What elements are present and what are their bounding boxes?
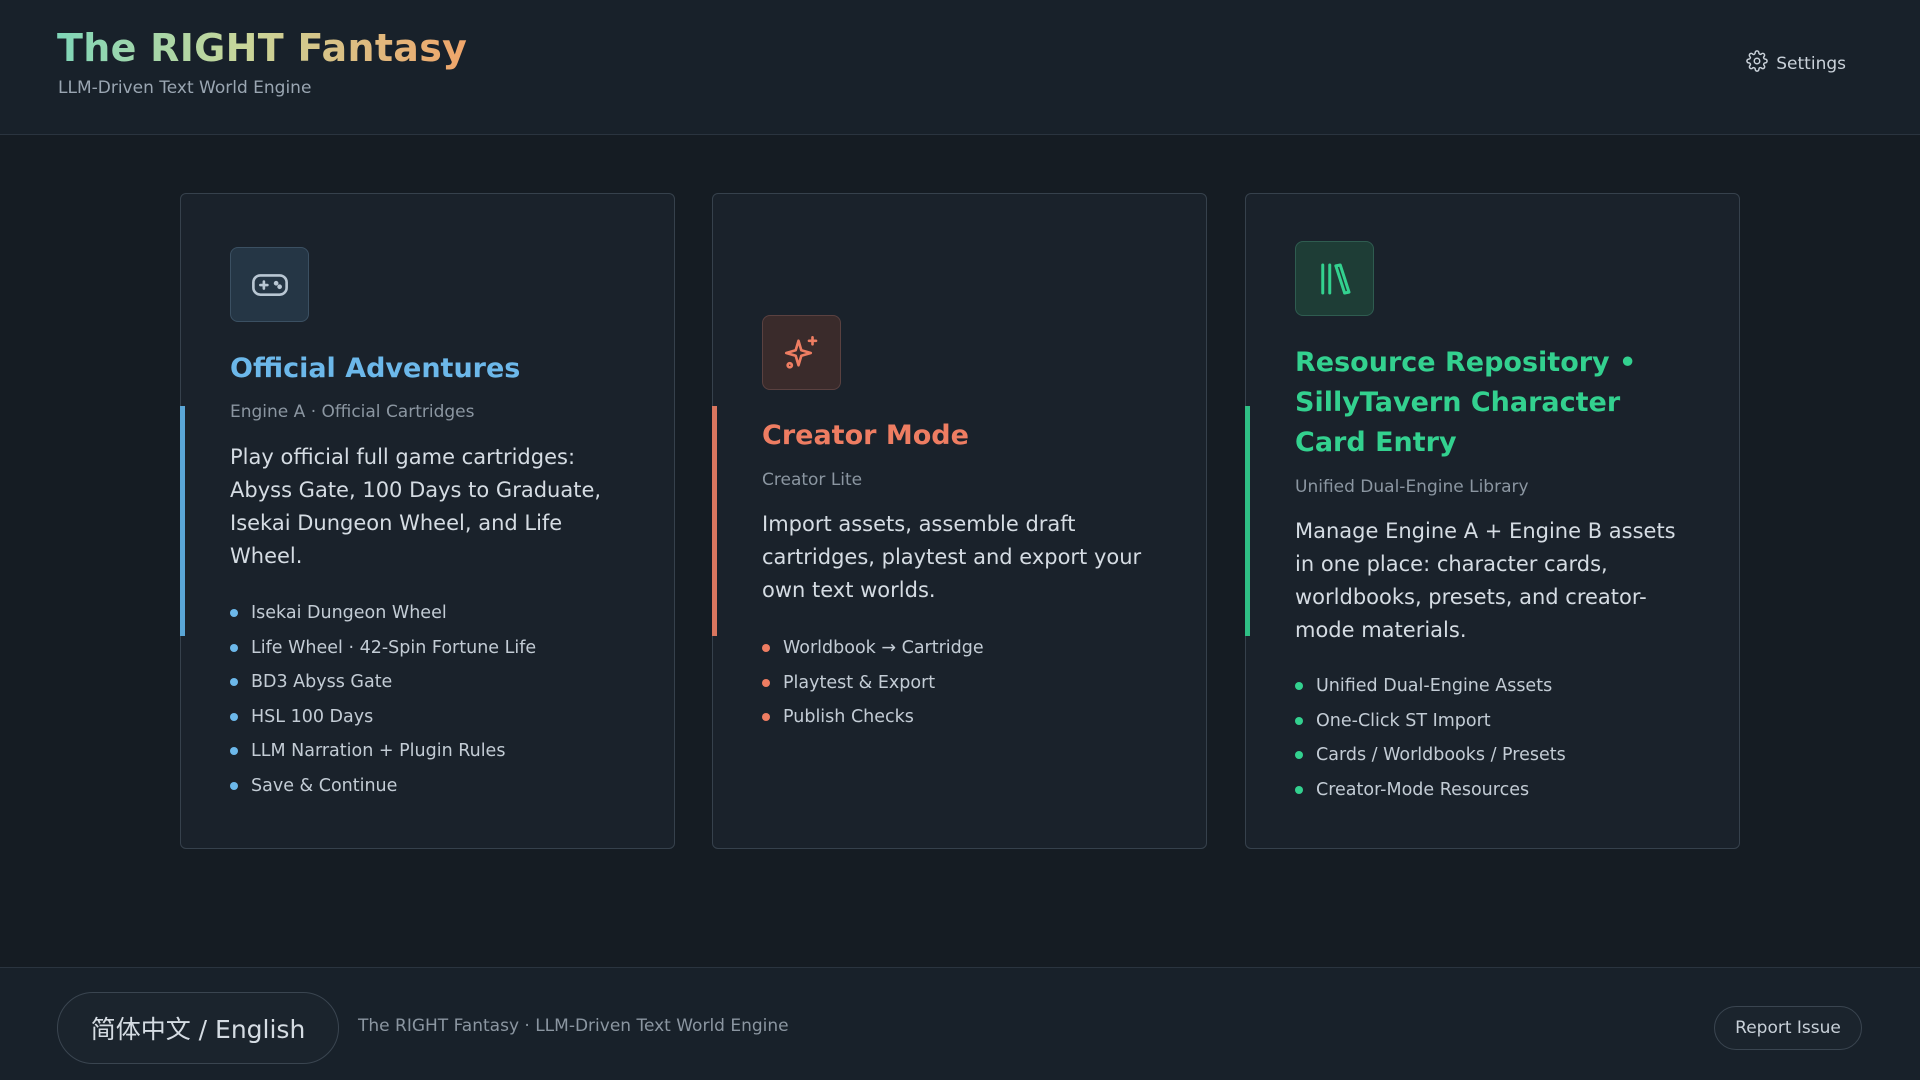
settings-label: Settings <box>1776 53 1846 74</box>
card-title: Creator Mode <box>762 420 969 451</box>
card-accent-bar <box>712 406 717 636</box>
card-creator-mode[interactable]: Creator Mode Creator Lite Import assets,… <box>712 193 1207 849</box>
bullet-dot <box>1295 716 1303 725</box>
list-item: Unified Dual-Engine Assets <box>1295 669 1709 704</box>
bullet-dot <box>1295 682 1303 691</box>
card-title: Official Adventures <box>230 353 521 384</box>
card-official-adventures[interactable]: Official Adventures Engine A · Official … <box>180 193 675 849</box>
bullet-dot <box>230 712 238 721</box>
list-item: Creator-Mode Resources <box>1295 773 1709 808</box>
card-title: Resource Repository • SillyTavern Charac… <box>1295 347 1637 458</box>
card-description: Manage Engine A + Engine B assets in one… <box>1295 519 1676 642</box>
card-resource-repository[interactable]: Resource Repository • SillyTavern Charac… <box>1245 193 1740 849</box>
settings-button[interactable]: Settings <box>1746 50 1846 77</box>
sparkles-icon <box>762 315 841 390</box>
language-toggle-button[interactable]: 简体中文 / English <box>57 992 339 1064</box>
card-subtitle: Engine A · Official Cartridges <box>230 402 475 422</box>
list-item: Life Wheel · 42-Spin Fortune Life <box>230 631 644 666</box>
bullet-dot <box>230 678 238 687</box>
feature-list: Isekai Dungeon Wheel Life Wheel · 42-Spi… <box>230 596 644 803</box>
list-item: Cards / Worldbooks / Presets <box>1295 738 1709 773</box>
card-subtitle: Unified Dual-Engine Library <box>1295 477 1529 497</box>
card-description: Play official full game cartridges: Abys… <box>230 445 602 568</box>
bullet-dot <box>230 643 238 652</box>
card-description: Import assets, assemble draft cartridges… <box>762 512 1142 602</box>
bullet-dot <box>762 713 770 722</box>
card-subtitle: Creator Lite <box>762 470 863 490</box>
list-item: Save & Continue <box>230 769 644 804</box>
gamepad-icon <box>230 247 309 322</box>
bullet-dot <box>762 644 770 653</box>
bullet-dot <box>230 609 238 618</box>
list-item: HSL 100 Days <box>230 700 644 735</box>
app-footer: 简体中文 / English The RIGHT Fantasy · LLM-D… <box>0 967 1920 1080</box>
footer-tagline: The RIGHT Fantasy · LLM-Driven Text Worl… <box>358 1016 789 1036</box>
list-item: LLM Narration + Plugin Rules <box>230 734 644 769</box>
list-item: Playtest & Export <box>762 666 1176 701</box>
list-item: Publish Checks <box>762 700 1176 735</box>
bullet-dot <box>230 781 238 790</box>
list-item: Worldbook → Cartridge <box>762 631 1176 666</box>
report-issue-button[interactable]: Report Issue <box>1714 1006 1862 1050</box>
card-accent-bar <box>180 406 185 636</box>
list-item: One-Click ST Import <box>1295 704 1709 739</box>
bullet-dot <box>230 747 238 756</box>
bullet-dot <box>1295 785 1303 794</box>
bullet-dot <box>1295 751 1303 760</box>
bullet-dot <box>762 678 770 687</box>
library-icon <box>1295 241 1374 316</box>
card-accent-bar <box>1245 406 1250 636</box>
gear-icon <box>1746 50 1769 77</box>
list-item: BD3 Abyss Gate <box>230 665 644 700</box>
feature-list: Unified Dual-Engine Assets One-Click ST … <box>1295 669 1709 807</box>
app-header: The RIGHT Fantasy LLM-Driven Text World … <box>0 0 1920 135</box>
app-subtitle: LLM-Driven Text World Engine <box>58 78 312 98</box>
feature-list: Worldbook → Cartridge Playtest & Export … <box>762 631 1176 735</box>
app-title: The RIGHT Fantasy <box>57 26 468 70</box>
list-item: Isekai Dungeon Wheel <box>230 596 644 631</box>
